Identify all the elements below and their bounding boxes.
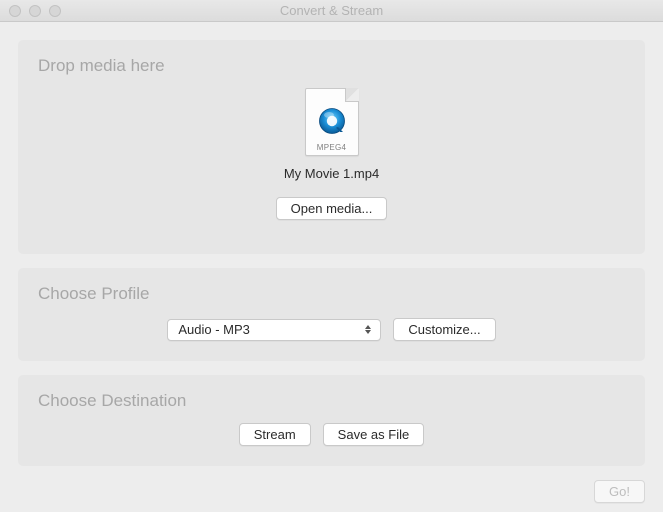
minimize-window-button[interactable] <box>29 5 41 17</box>
titlebar: Convert & Stream <box>0 0 663 22</box>
quicktime-icon <box>317 106 347 139</box>
media-filename: My Movie 1.mp4 <box>284 166 379 181</box>
zoom-window-button[interactable] <box>49 5 61 17</box>
choose-profile-title: Choose Profile <box>38 284 625 304</box>
updown-arrows-icon <box>362 320 374 340</box>
drop-media-content: MPEG4 My Movie 1.mp4 Open media... <box>18 88 645 220</box>
choose-destination-panel: Choose Destination Stream Save as File <box>18 375 645 466</box>
choose-profile-panel: Choose Profile Audio - MP3 Customize... <box>18 268 645 361</box>
go-button[interactable]: Go! <box>594 480 645 503</box>
profile-select[interactable]: Audio - MP3 <box>167 319 381 341</box>
profile-row: Audio - MP3 Customize... <box>38 318 625 341</box>
destination-row: Stream Save as File <box>38 423 625 446</box>
page-fold-icon <box>345 88 359 102</box>
window-title: Convert & Stream <box>0 3 663 18</box>
open-media-button[interactable]: Open media... <box>276 197 388 220</box>
choose-destination-title: Choose Destination <box>38 391 625 411</box>
traffic-lights <box>0 5 61 17</box>
media-file-icon: MPEG4 <box>305 88 359 156</box>
customize-button[interactable]: Customize... <box>393 318 495 341</box>
window-body: Drop media here <box>0 22 663 478</box>
profile-select-value: Audio - MP3 <box>178 322 250 337</box>
stream-button[interactable]: Stream <box>239 423 311 446</box>
footer: Go! <box>0 480 663 503</box>
file-type-label: MPEG4 <box>306 143 358 152</box>
drop-media-panel[interactable]: Drop media here <box>18 40 645 254</box>
close-window-button[interactable] <box>9 5 21 17</box>
save-as-file-button[interactable]: Save as File <box>323 423 425 446</box>
drop-media-title: Drop media here <box>38 56 625 76</box>
